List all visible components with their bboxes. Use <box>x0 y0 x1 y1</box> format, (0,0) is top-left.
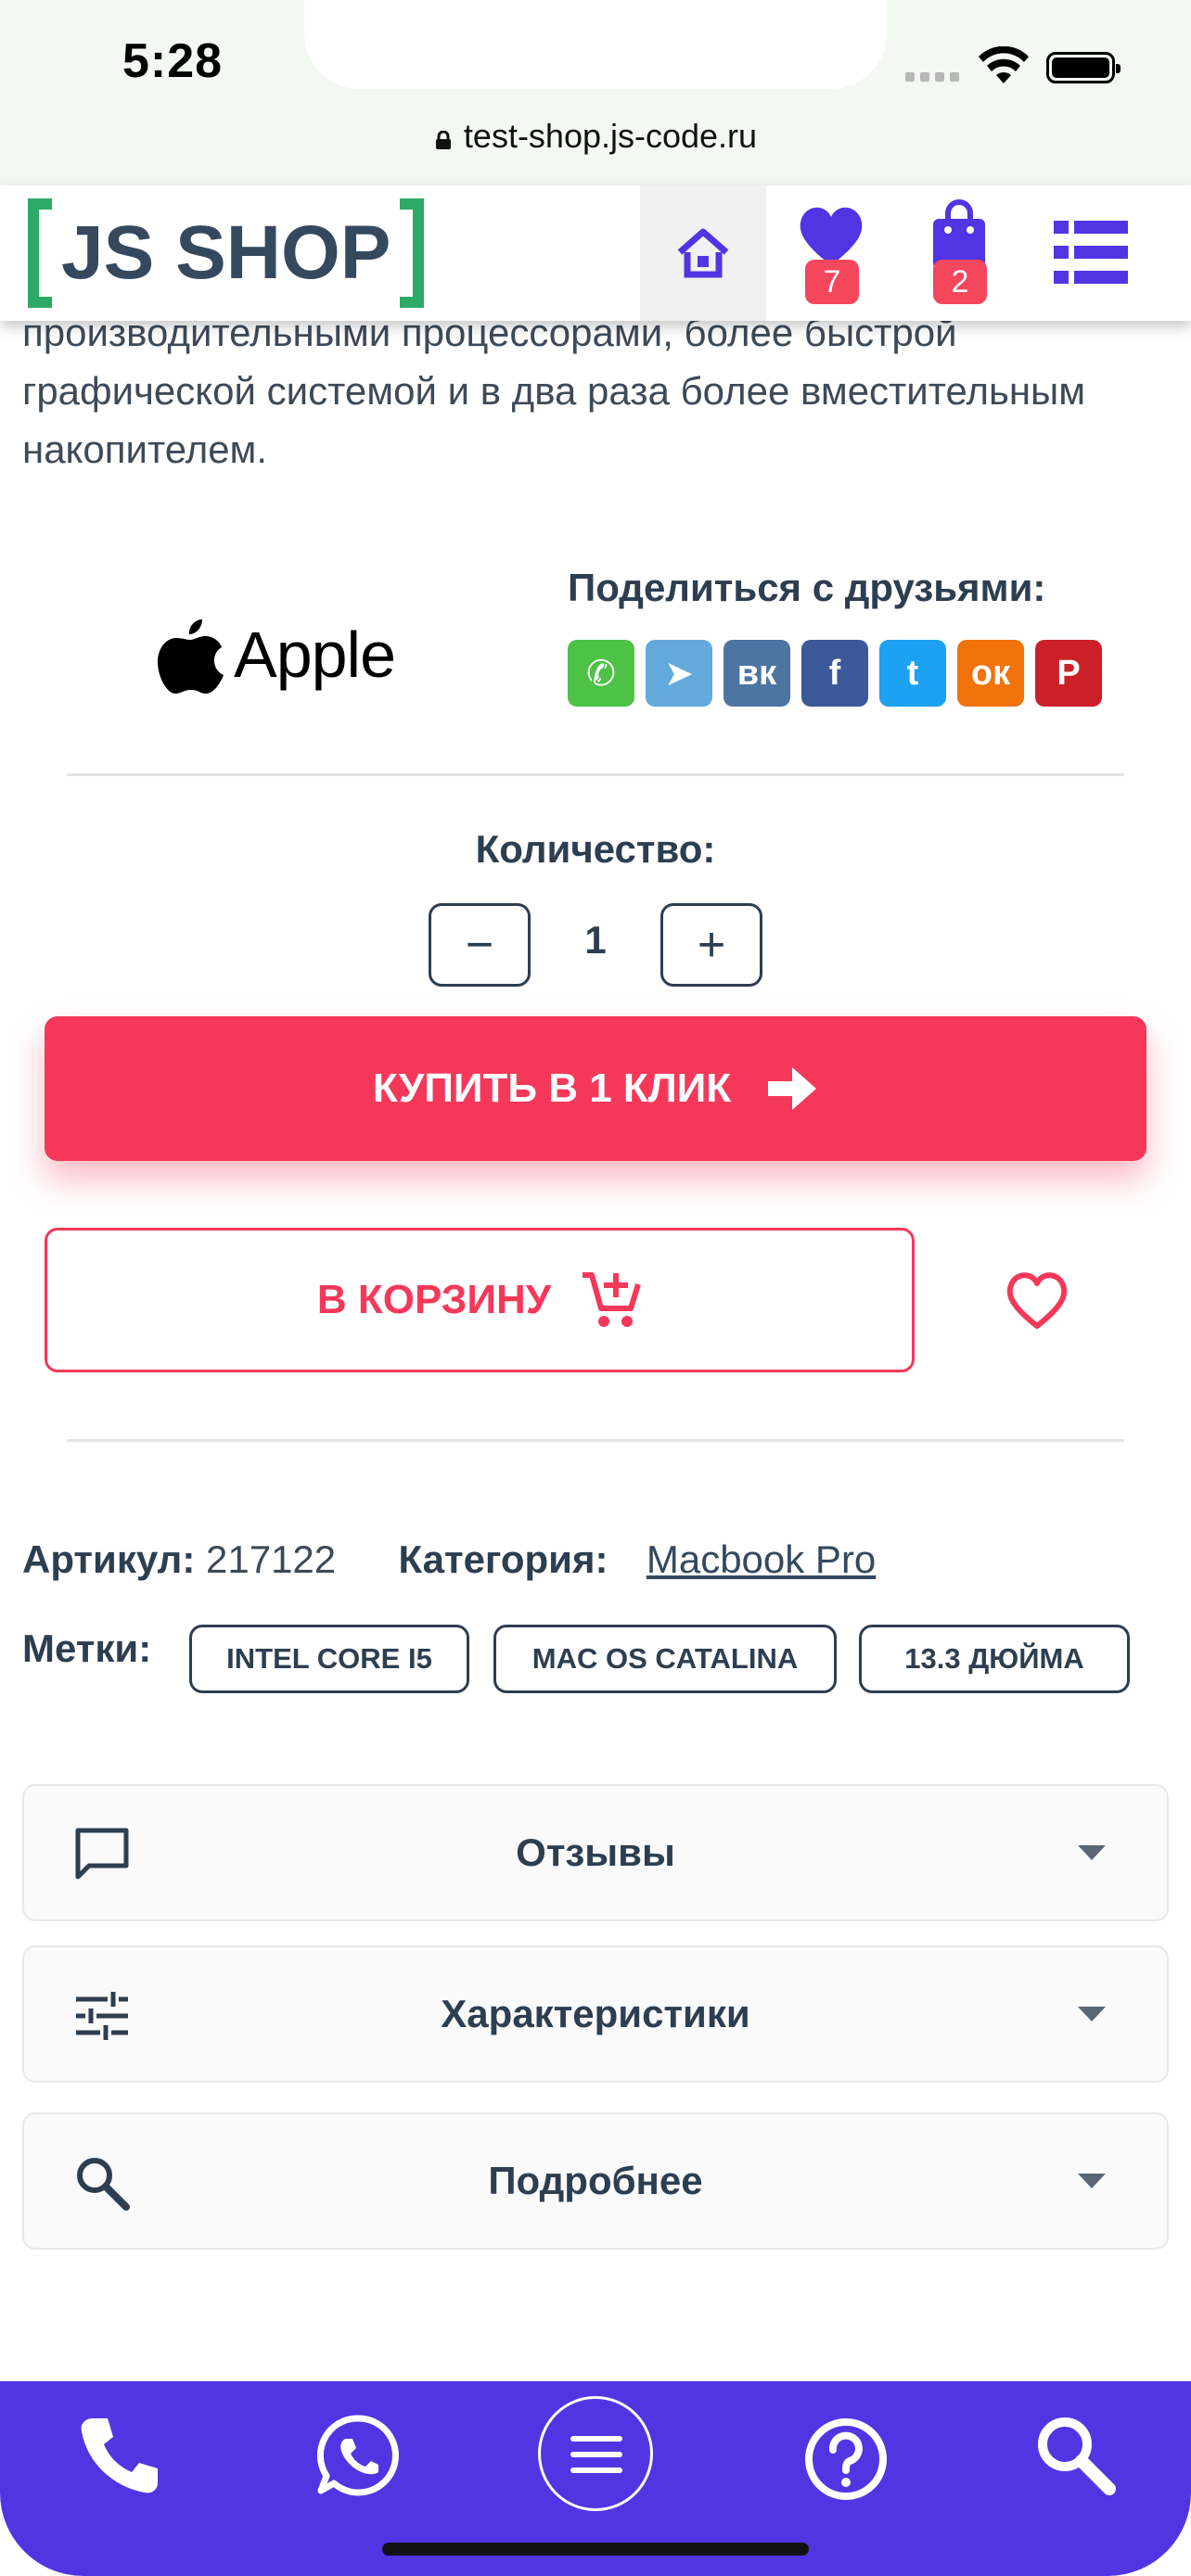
cart-add-icon <box>583 1272 641 1327</box>
arrow-right-icon <box>768 1067 817 1110</box>
accordion-specifications[interactable]: Характеристики <box>22 1945 1169 2083</box>
home-button[interactable] <box>640 185 766 321</box>
accordion-specifications-label: Характеристики <box>441 1992 750 2035</box>
home-indicator <box>382 2543 809 2556</box>
twitter-icon: t <box>906 653 919 693</box>
quantity-label: Количество: <box>475 827 716 871</box>
home-icon <box>677 228 729 278</box>
sku-label: Артикул: <box>22 1537 196 1581</box>
add-to-cart-label: В КОРЗИНУ <box>316 1277 552 1322</box>
buy-one-click-button[interactable]: КУПИТЬ В 1 КЛИК <box>45 1016 1146 1161</box>
search-icon[interactable] <box>1030 2409 1119 2498</box>
whatsapp-icon: ✆ <box>586 654 616 694</box>
cellular-signal-icon <box>905 72 959 82</box>
status-bar: 5:28 test-shop.js-code.ru <box>0 0 1191 185</box>
status-time: 5:28 <box>122 34 224 88</box>
battery-icon <box>1046 52 1121 83</box>
quantity-increase-button[interactable]: + <box>660 903 762 987</box>
divider <box>67 773 1124 776</box>
menu-icon <box>570 2436 622 2473</box>
cart-count-badge: 2 <box>933 260 987 304</box>
tag-mac-os-catalina[interactable]: MAC OS CATALINA <box>493 1625 837 1693</box>
telegram-icon: ➤ <box>664 654 694 694</box>
divider <box>67 1439 1124 1442</box>
pinterest-icon: P <box>1057 653 1081 693</box>
brand-logo[interactable]: Apple <box>156 614 396 695</box>
share-whatsapp-button[interactable]: ✆ <box>568 640 634 707</box>
chevron-down-icon <box>1078 1845 1106 1860</box>
tag-intel-core-i5[interactable]: INTEL CORE I5 <box>189 1625 469 1693</box>
site-logo[interactable]: JS SHOP <box>28 198 425 308</box>
tags-label: Метки: <box>22 1626 152 1670</box>
odnoklassniki-icon: ок <box>970 653 1011 693</box>
category-label: Категория: <box>398 1537 608 1581</box>
favorites-count-badge: 7 <box>805 260 859 304</box>
accordion-reviews-label: Отзывы <box>516 1830 675 1874</box>
share-telegram-button[interactable]: ➤ <box>646 640 712 707</box>
chevron-down-icon <box>1078 2007 1106 2021</box>
catalog-list-icon[interactable] <box>1054 221 1128 284</box>
share-twitter-button[interactable]: t <box>879 640 946 707</box>
accordion-reviews[interactable]: Отзывы <box>22 1784 1169 1921</box>
share-vk-button[interactable]: вк <box>724 640 790 707</box>
phone-icon[interactable] <box>74 2411 163 2500</box>
sku-value: 217122 <box>206 1537 337 1581</box>
accordion-details-label: Подробнее <box>488 2159 703 2202</box>
vk-icon: вк <box>736 653 777 693</box>
lock-icon <box>435 131 451 149</box>
wifi-icon <box>979 46 1029 83</box>
product-meta: Артикул: 217122 Категория: Macbook Pro <box>22 1537 876 1582</box>
facebook-icon: f <box>828 653 841 693</box>
social-share-buttons: ✆ ➤ вк f t ок P <box>568 640 1102 707</box>
site-header: JS SHOP 7 2 <box>0 185 1191 321</box>
chevron-down-icon <box>1078 2174 1106 2188</box>
share-facebook-button[interactable]: f <box>801 640 868 707</box>
url-text: test-shop.js-code.ru <box>463 117 758 155</box>
add-to-cart-button[interactable]: В КОРЗИНУ <box>45 1228 915 1372</box>
help-icon[interactable] <box>801 2415 890 2504</box>
logo-text: JS SHOP <box>61 210 391 295</box>
quantity-decrease-button[interactable]: − <box>429 903 531 987</box>
apple-logo-icon <box>158 619 224 694</box>
address-bar[interactable]: test-shop.js-code.ru <box>0 117 1191 156</box>
share-pinterest-button[interactable]: P <box>1035 640 1102 707</box>
quantity-value[interactable]: 1 <box>538 918 653 963</box>
share-title: Поделиться с друзьями: <box>568 566 1046 609</box>
whatsapp-icon[interactable] <box>314 2411 403 2500</box>
add-to-favorites-heart-icon[interactable] <box>1004 1267 1070 1333</box>
menu-button[interactable] <box>538 2396 653 2511</box>
category-link[interactable]: Macbook Pro <box>647 1537 876 1581</box>
share-odnoklassniki-button[interactable]: ок <box>957 640 1024 707</box>
buy-one-click-label: КУПИТЬ В 1 КЛИК <box>372 1065 732 1111</box>
device-notch <box>304 0 887 89</box>
tag-13-3-inch[interactable]: 13.3 ДЮЙМА <box>859 1625 1130 1693</box>
accordion-details[interactable]: Подробнее <box>22 2112 1169 2250</box>
brand-name: Apple <box>234 618 396 691</box>
